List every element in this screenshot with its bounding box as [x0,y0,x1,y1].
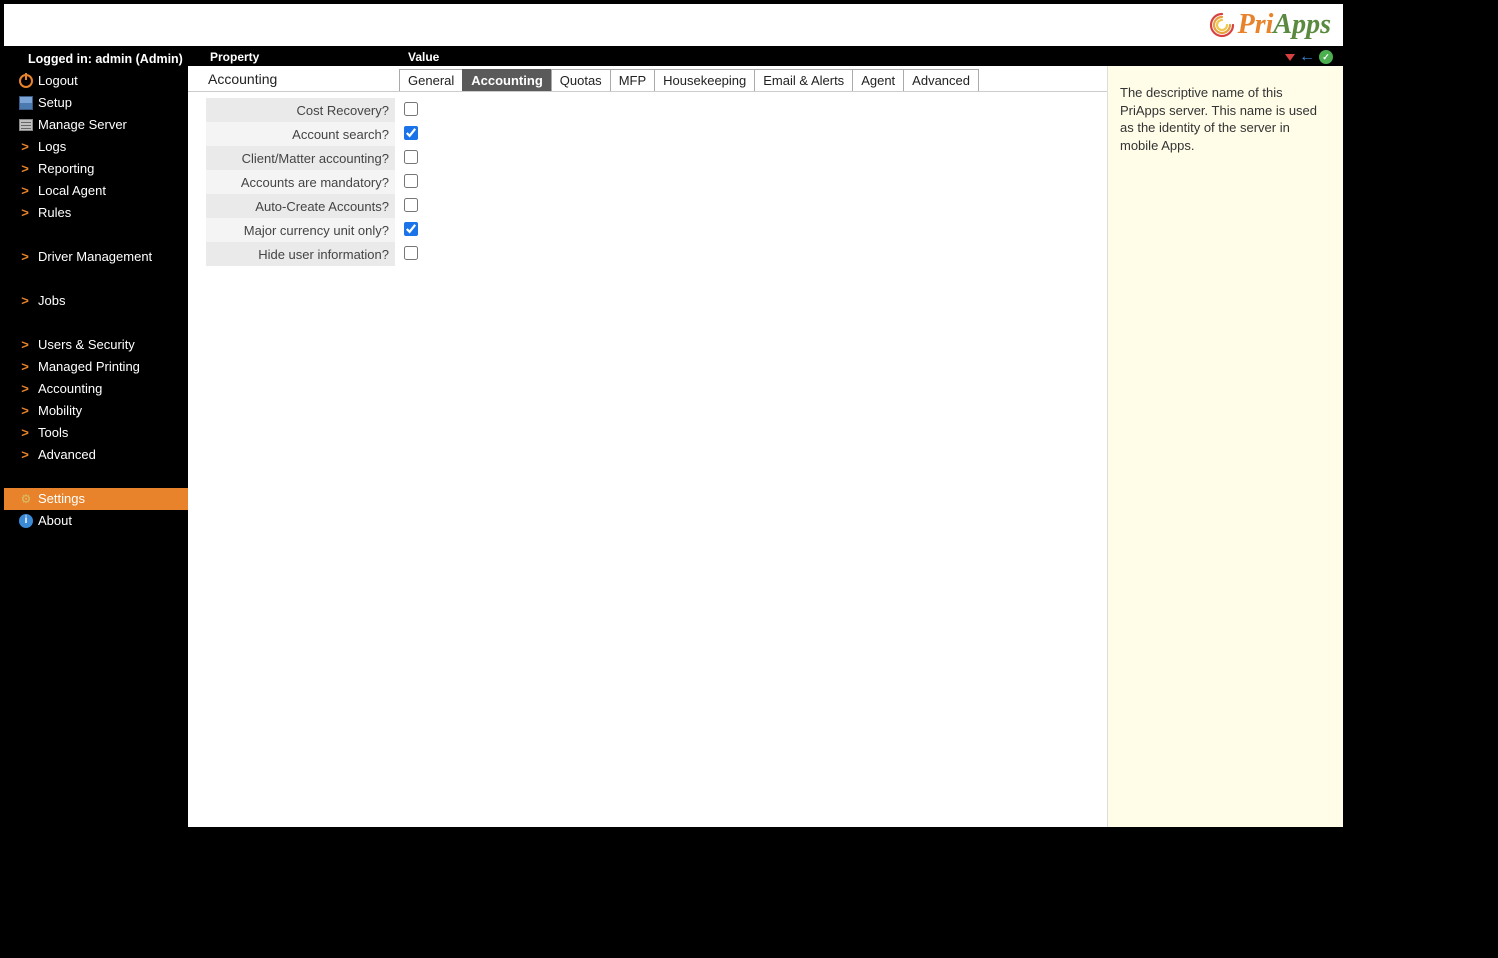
tab-housekeeping[interactable]: Housekeeping [654,69,755,91]
sidebar-item-label: Users & Security [38,336,135,354]
sidebar-item-label: Local Agent [38,182,106,200]
sidebar-item-rules[interactable]: > Rules [4,202,188,224]
sidebar-item-label: Logs [38,138,66,156]
tab-mfp[interactable]: MFP [610,69,655,91]
column-header-property: Property [188,50,408,64]
gears-icon: ⚙ [18,491,34,507]
section-title: Accounting [188,67,285,91]
sidebar: Logged in: admin (Admin) Logout Setup Mana… [4,48,188,827]
chevron-right-icon: > [18,424,32,442]
sidebar-item-label: Tools [38,424,68,442]
chevron-right-icon: > [18,380,32,398]
sidebar-item-settings[interactable]: ⚙Settings [4,488,188,510]
chevron-right-icon: > [18,248,32,266]
setup-icon [18,95,34,111]
property-row: Client/Matter accounting? [206,146,618,170]
tab-general[interactable]: General [399,69,463,91]
property-checkbox-hide-user-information[interactable] [404,246,418,260]
chevron-right-icon: > [18,160,32,178]
property-checkbox-major-currency-unit-only[interactable] [404,222,418,236]
chevron-right-icon: > [18,204,32,222]
sidebar-item-jobs[interactable]: > Jobs [4,290,188,312]
property-label: Cost Recovery? [206,98,396,122]
logo-text-apps: Apps [1273,9,1331,40]
chevron-right-icon: > [18,292,32,310]
server-icon [18,117,34,133]
column-header-row: Property Value ← ✓ [188,48,1343,66]
sidebar-item-accounting[interactable]: > Accounting [4,378,188,400]
property-row: Accounts are mandatory? [206,170,618,194]
content-area: Accounting GeneralAccountingQuotasMFPHou… [188,66,1107,827]
chevron-right-icon: > [18,138,32,156]
info-icon: i [18,513,34,529]
logo: PriApps [1208,9,1331,41]
property-row: Hide user information? [206,242,618,266]
sidebar-item-driver-management[interactable]: > Driver Management [4,246,188,268]
sidebar-item-local-agent[interactable]: > Local Agent [4,180,188,202]
property-checkbox-auto-create-accounts[interactable] [404,198,418,212]
sidebar-item-advanced[interactable]: > Advanced [4,444,188,466]
dropdown-icon[interactable] [1285,54,1295,61]
sidebar-item-label: Setup [38,94,72,112]
sidebar-item-label: Reporting [38,160,94,178]
tab-bar: GeneralAccountingQuotasMFPHousekeepingEm… [399,69,979,91]
login-status: Logged in: admin (Admin) [4,48,188,70]
property-checkbox-account-search[interactable] [404,126,418,140]
tab-agent[interactable]: Agent [852,69,904,91]
ok-status-icon[interactable]: ✓ [1319,50,1333,64]
chevron-right-icon: > [18,358,32,376]
sidebar-item-label: About [38,512,72,530]
sidebar-item-logs[interactable]: > Logs [4,136,188,158]
column-header-value: Value [408,50,439,64]
logo-swirl-icon [1208,11,1236,39]
sidebar-item-reporting[interactable]: > Reporting [4,158,188,180]
tab-email-alerts[interactable]: Email & Alerts [754,69,853,91]
back-arrow-icon[interactable]: ← [1299,48,1315,66]
chevron-right-icon: > [18,336,32,354]
property-checkbox-client-matter-accounting[interactable] [404,150,418,164]
property-label: Client/Matter accounting? [206,146,396,170]
sidebar-item-label: Settings [38,490,85,508]
sidebar-item-managed-printing[interactable]: > Managed Printing [4,356,188,378]
sidebar-item-manage-server[interactable]: Manage Server [4,114,188,136]
property-label: Major currency unit only? [206,218,396,242]
sidebar-item-label: Jobs [38,292,65,310]
sidebar-item-label: Driver Management [38,248,152,266]
top-banner: PriApps [4,4,1343,48]
sidebar-item-label: Advanced [38,446,96,464]
sidebar-item-tools[interactable]: > Tools [4,422,188,444]
property-checkbox-cost-recovery[interactable] [404,102,418,116]
sidebar-item-setup[interactable]: Setup [4,92,188,114]
sidebar-item-label: Managed Printing [38,358,140,376]
chevron-right-icon: > [18,402,32,420]
sidebar-item-mobility[interactable]: > Mobility [4,400,188,422]
tab-advanced[interactable]: Advanced [903,69,979,91]
sidebar-item-label: Mobility [38,402,82,420]
chevron-right-icon: > [18,446,32,464]
tab-accounting[interactable]: Accounting [462,69,552,91]
property-label: Account search? [206,122,396,146]
property-row: Auto-Create Accounts? [206,194,618,218]
property-label: Auto-Create Accounts? [206,194,396,218]
sidebar-item-users-security[interactable]: > Users & Security [4,334,188,356]
power-icon [18,73,34,89]
sidebar-item-label: Accounting [38,380,102,398]
sidebar-item-label: Logout [38,72,78,90]
property-row: Major currency unit only? [206,218,618,242]
property-checkbox-accounts-are-mandatory[interactable] [404,174,418,188]
property-label: Hide user information? [206,242,396,266]
sidebar-item-about[interactable]: iAbout [4,510,188,532]
sidebar-item-label: Manage Server [38,116,127,134]
tab-quotas[interactable]: Quotas [551,69,611,91]
properties-list: Cost Recovery?Account search?Client/Matt… [206,98,618,266]
sidebar-item-label: Rules [38,204,71,222]
property-label: Accounts are mandatory? [206,170,396,194]
info-panel: The descriptive name of this PriApps ser… [1107,66,1343,827]
property-row: Cost Recovery? [206,98,618,122]
sidebar-item-logout[interactable]: Logout [4,70,188,92]
property-row: Account search? [206,122,618,146]
logo-text-pri: Pri [1238,9,1274,40]
chevron-right-icon: > [18,182,32,200]
